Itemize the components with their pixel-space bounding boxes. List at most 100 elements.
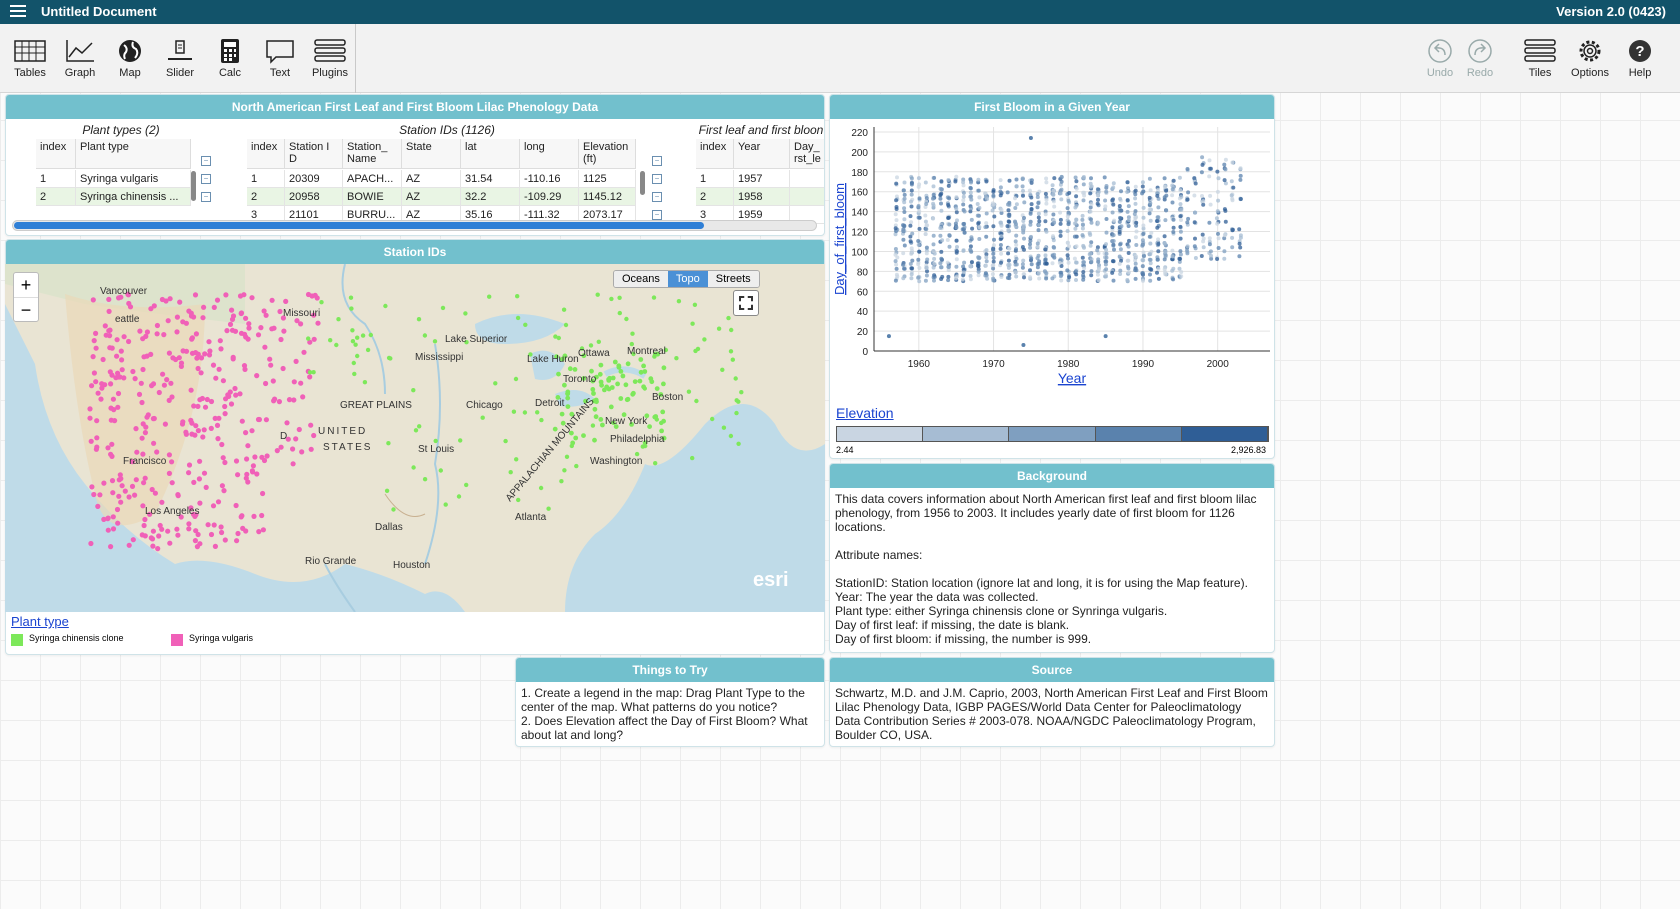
things-text[interactable]: 1. Create a legend in the map: Drag Plan… xyxy=(516,682,824,746)
data-point[interactable] xyxy=(1059,278,1064,283)
data-point[interactable] xyxy=(923,278,928,283)
station-point[interactable] xyxy=(573,435,579,441)
data-point[interactable] xyxy=(893,212,898,217)
data-point[interactable] xyxy=(1156,242,1161,246)
data-point[interactable] xyxy=(1081,270,1086,274)
data-point[interactable] xyxy=(1222,256,1227,261)
data-point[interactable] xyxy=(976,221,981,226)
data-point[interactable] xyxy=(909,272,914,277)
data-point[interactable] xyxy=(1052,252,1057,257)
data-point[interactable] xyxy=(909,176,914,181)
station-point[interactable] xyxy=(139,399,145,406)
data-point[interactable] xyxy=(1156,266,1161,271)
station-point[interactable] xyxy=(207,348,213,354)
station-point[interactable] xyxy=(106,296,112,302)
station-point[interactable] xyxy=(612,359,618,365)
data-point[interactable] xyxy=(1126,204,1131,209)
data-point[interactable] xyxy=(1095,193,1100,197)
data-point[interactable] xyxy=(1050,276,1055,281)
station-point[interactable] xyxy=(218,346,224,352)
data-point[interactable] xyxy=(992,214,997,219)
station-point[interactable] xyxy=(126,300,132,307)
data-point[interactable] xyxy=(1133,192,1138,197)
data-point[interactable] xyxy=(955,245,959,249)
data-point[interactable] xyxy=(1156,205,1161,210)
data-point[interactable] xyxy=(1044,261,1049,266)
data-point[interactable] xyxy=(1117,204,1122,208)
data-point[interactable] xyxy=(1052,220,1057,225)
station-point[interactable] xyxy=(263,312,269,318)
station-point[interactable] xyxy=(616,363,622,369)
data-point[interactable] xyxy=(1215,209,1220,214)
station-point[interactable] xyxy=(118,348,124,354)
data-point[interactable] xyxy=(1095,187,1100,192)
station-point[interactable] xyxy=(674,356,679,361)
data-point[interactable] xyxy=(939,265,944,270)
data-point[interactable] xyxy=(1149,230,1154,235)
cell[interactable]: 1 xyxy=(696,170,734,188)
elevation-legend-bar[interactable] xyxy=(836,426,1269,442)
data-point[interactable] xyxy=(1081,277,1086,282)
data-point[interactable] xyxy=(1104,274,1109,279)
cell[interactable]: 1145.12 xyxy=(579,188,636,206)
data-point[interactable] xyxy=(953,179,958,184)
station-point[interactable] xyxy=(311,432,317,439)
data-point[interactable] xyxy=(1193,181,1198,186)
data-point[interactable] xyxy=(931,196,935,201)
data-point[interactable] xyxy=(1164,188,1169,193)
data-point[interactable] xyxy=(1013,196,1017,201)
cell[interactable]: 1958 xyxy=(734,188,790,206)
data-point[interactable] xyxy=(1059,174,1064,179)
data-point[interactable] xyxy=(1119,189,1123,194)
data-point[interactable] xyxy=(961,194,966,199)
station-point[interactable] xyxy=(199,395,205,402)
data-point[interactable] xyxy=(1096,278,1101,283)
text-button[interactable]: Text xyxy=(255,38,305,79)
legend-swatch-vulgaris[interactable] xyxy=(171,634,183,646)
station-point[interactable] xyxy=(535,410,540,415)
data-point[interactable] xyxy=(1027,188,1032,193)
station-point[interactable] xyxy=(243,430,249,436)
station-point[interactable] xyxy=(523,322,528,327)
data-point[interactable] xyxy=(1103,204,1108,209)
data-point[interactable] xyxy=(1104,242,1108,247)
data-point[interactable] xyxy=(1044,276,1049,281)
data-point[interactable] xyxy=(1005,224,1010,229)
data-point[interactable] xyxy=(1110,259,1115,264)
station-point[interactable] xyxy=(660,409,666,415)
data-point[interactable] xyxy=(908,239,913,244)
data-point[interactable] xyxy=(1074,186,1079,191)
data-point[interactable] xyxy=(909,276,914,281)
station-point[interactable] xyxy=(596,339,601,344)
data-point[interactable] xyxy=(938,226,943,230)
data-point[interactable] xyxy=(999,208,1004,212)
station-point[interactable] xyxy=(311,336,317,342)
station-point[interactable] xyxy=(480,415,485,420)
station-point[interactable] xyxy=(180,419,186,425)
data-point[interactable] xyxy=(939,256,944,261)
station-point[interactable] xyxy=(259,512,265,519)
data-point[interactable] xyxy=(975,261,980,266)
data-point[interactable] xyxy=(923,232,928,236)
data-point[interactable] xyxy=(1044,197,1049,202)
data-point[interactable] xyxy=(1170,187,1175,192)
data-point[interactable] xyxy=(917,209,922,214)
station-point[interactable] xyxy=(654,386,660,391)
station-point[interactable] xyxy=(110,514,116,520)
station-point[interactable] xyxy=(355,353,360,359)
data-point[interactable] xyxy=(1141,205,1146,210)
data-point[interactable] xyxy=(983,271,988,276)
map-tile-title[interactable]: Station IDs xyxy=(6,240,824,264)
data-point[interactable] xyxy=(1148,278,1153,283)
data-point[interactable] xyxy=(1065,253,1070,258)
station-point[interactable] xyxy=(243,475,249,481)
data-point[interactable] xyxy=(1050,261,1055,266)
station-point[interactable] xyxy=(572,367,578,372)
station-point[interactable] xyxy=(263,380,269,387)
station-point[interactable] xyxy=(250,463,256,469)
data-point[interactable] xyxy=(1140,180,1145,185)
data-point[interactable] xyxy=(1155,270,1159,275)
data-point[interactable] xyxy=(1147,211,1152,216)
station-point[interactable] xyxy=(290,446,296,452)
data-point[interactable] xyxy=(969,180,973,185)
